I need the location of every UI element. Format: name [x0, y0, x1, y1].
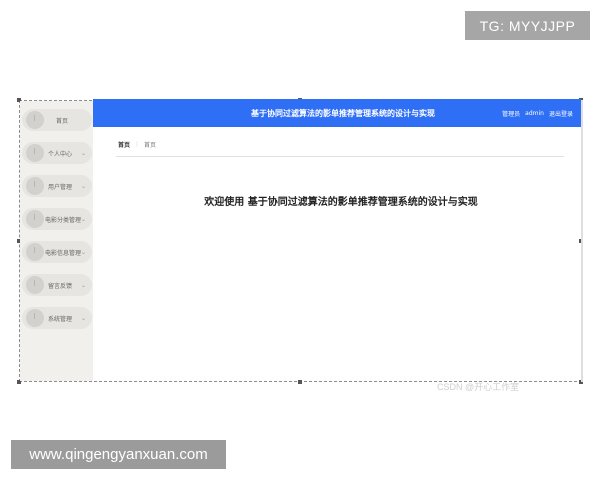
- sidebar-item-movie-info[interactable]: 电影信息管理 ⌄: [22, 241, 92, 263]
- sidebar-item-users[interactable]: 用户管理 ⌄: [22, 175, 92, 197]
- chevron-down-icon: ⌄: [80, 281, 86, 289]
- sidebar-item-label: 留言反馈: [48, 282, 73, 290]
- logout-link[interactable]: 退出登录: [549, 109, 573, 118]
- divider: [116, 156, 564, 157]
- breadcrumb-root[interactable]: 首页: [118, 140, 130, 149]
- sidebar-item-label: 用户管理: [48, 183, 73, 191]
- breadcrumb-current: 首页: [144, 142, 157, 149]
- sidebar-item-label: 电影信息管理: [45, 249, 82, 257]
- sidebar-item-label: 电影分类管理: [45, 216, 82, 224]
- chevron-down-icon: ⌄: [80, 314, 86, 322]
- scroll-edge: [581, 100, 583, 382]
- sidebar-item-system[interactable]: 系统管理 ⌄: [22, 307, 92, 329]
- sidebar-item-label: 个人中心: [48, 150, 73, 158]
- clock-icon: [26, 210, 44, 228]
- clock-icon: [26, 144, 44, 162]
- chevron-down-icon: ⌄: [81, 248, 87, 256]
- sidebar-item-label: 首页: [56, 117, 69, 125]
- sidebar-item-home[interactable]: 首页: [22, 109, 92, 131]
- clock-icon: [26, 276, 44, 294]
- sidebar-item-feedback[interactable]: 留言反馈 ⌄: [22, 274, 92, 296]
- sidebar-item-movie-category[interactable]: 电影分类管理 ⌄: [22, 208, 92, 230]
- sidebar-item-personal[interactable]: 个人中心 ⌄: [22, 142, 92, 164]
- sidebar: 首页 个人中心 ⌄ 用户管理 ⌄ 电影分类管理 ⌄ 电影信息管理 ⌄ 留言反馈 …: [20, 101, 93, 381]
- chevron-down-icon: ⌄: [81, 215, 87, 223]
- selection-frame: [19, 100, 582, 382]
- csdn-watermark: CSDN @开心工作室: [437, 382, 520, 392]
- welcome-heading: 欢迎使用 基于协同过滤算法的影单推荐管理系统的设计与实现: [204, 197, 478, 208]
- chevron-down-icon: ⌄: [80, 149, 86, 157]
- clock-icon: [26, 177, 44, 195]
- resize-handle[interactable]: [298, 380, 302, 384]
- breadcrumb: 首页 ⋮ 首页: [118, 140, 156, 149]
- sidebar-item-label: 系统管理: [48, 315, 73, 323]
- top-header: 基于协同过滤算法的影单推荐管理系统的设计与实现 管理员 admin 退出登录: [93, 99, 581, 127]
- site-watermark: www.qingengyanxuan.com: [11, 440, 226, 469]
- tag-watermark: TG: MYYJJPP: [465, 11, 590, 40]
- chevron-down-icon: ⌄: [80, 182, 86, 190]
- clock-icon: [26, 111, 44, 129]
- user-area: 管理员 admin 退出登录: [502, 99, 573, 127]
- breadcrumb-separator: ⋮: [134, 141, 141, 148]
- clock-icon: [26, 309, 44, 327]
- user-role: 管理员: [502, 110, 521, 118]
- clock-icon: [26, 243, 44, 261]
- username: admin: [525, 109, 544, 117]
